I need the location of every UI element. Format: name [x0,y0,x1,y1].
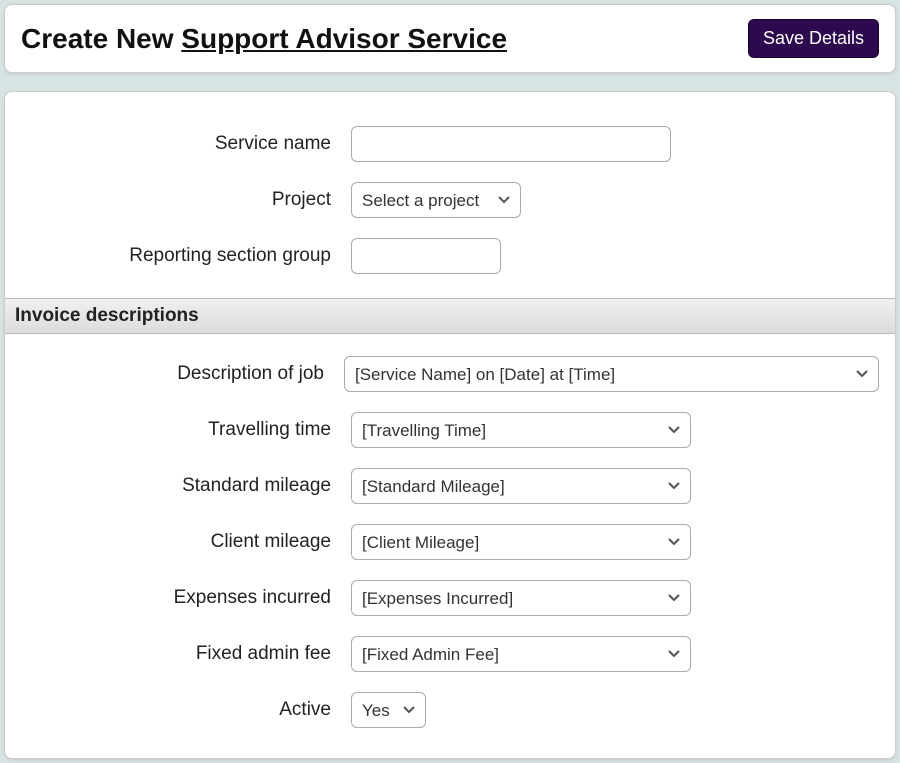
label-service-name: Service name [21,133,351,155]
reporting-group-input[interactable] [351,238,501,274]
title-emphasis: Support Advisor Service [181,23,507,54]
label-travelling-time: Travelling time [21,419,351,441]
label-expenses-incurred: Expenses incurred [21,587,351,609]
travelling-time-select[interactable]: [Travelling Time] [351,412,691,448]
expenses-incurred-select[interactable]: [Expenses Incurred] [351,580,691,616]
input-col: [Client Mileage] [351,524,879,560]
standard-mileage-select[interactable]: [Standard Mileage] [351,468,691,504]
row-reporting-group: Reporting section group [5,228,895,284]
service-name-input[interactable] [351,126,671,162]
input-col: [Travelling Time] [351,412,879,448]
description-of-job-select[interactable]: [Service Name] on [Date] at [Time] [344,356,879,392]
row-description-of-job: Description of job [Service Name] on [Da… [5,346,895,402]
input-col [351,238,879,274]
label-description-of-job: Description of job [21,363,344,385]
label-standard-mileage: Standard mileage [21,475,351,497]
fixed-admin-fee-select[interactable]: [Fixed Admin Fee] [351,636,691,672]
header-panel: Create New Support Advisor Service Save … [4,4,896,73]
save-button[interactable]: Save Details [748,19,879,58]
label-active: Active [21,699,351,721]
project-select[interactable]: Select a project [351,182,521,218]
label-fixed-admin-fee: Fixed admin fee [21,643,351,665]
active-select[interactable]: Yes [351,692,426,728]
input-col: [Service Name] on [Date] at [Time] [344,356,879,392]
input-col [351,126,879,162]
form-panel: Service name Project Select a project Re… [4,91,896,759]
row-project: Project Select a project [5,172,895,228]
input-col: [Expenses Incurred] [351,580,879,616]
row-standard-mileage: Standard mileage [Standard Mileage] [5,458,895,514]
row-client-mileage: Client mileage [Client Mileage] [5,514,895,570]
row-travelling-time: Travelling time [Travelling Time] [5,402,895,458]
title-prefix: Create New [21,23,181,54]
client-mileage-select[interactable]: [Client Mileage] [351,524,691,560]
input-col: Select a project [351,182,879,218]
input-col: [Fixed Admin Fee] [351,636,879,672]
label-client-mileage: Client mileage [21,531,351,553]
input-col: [Standard Mileage] [351,468,879,504]
row-service-name: Service name [5,116,895,172]
section-invoice-descriptions: Invoice descriptions [5,298,895,334]
page-title: Create New Support Advisor Service [21,23,507,55]
label-project: Project [21,189,351,211]
input-col: Yes [351,692,879,728]
label-reporting-group: Reporting section group [21,245,351,267]
row-expenses-incurred: Expenses incurred [Expenses Incurred] [5,570,895,626]
row-fixed-admin-fee: Fixed admin fee [Fixed Admin Fee] [5,626,895,682]
